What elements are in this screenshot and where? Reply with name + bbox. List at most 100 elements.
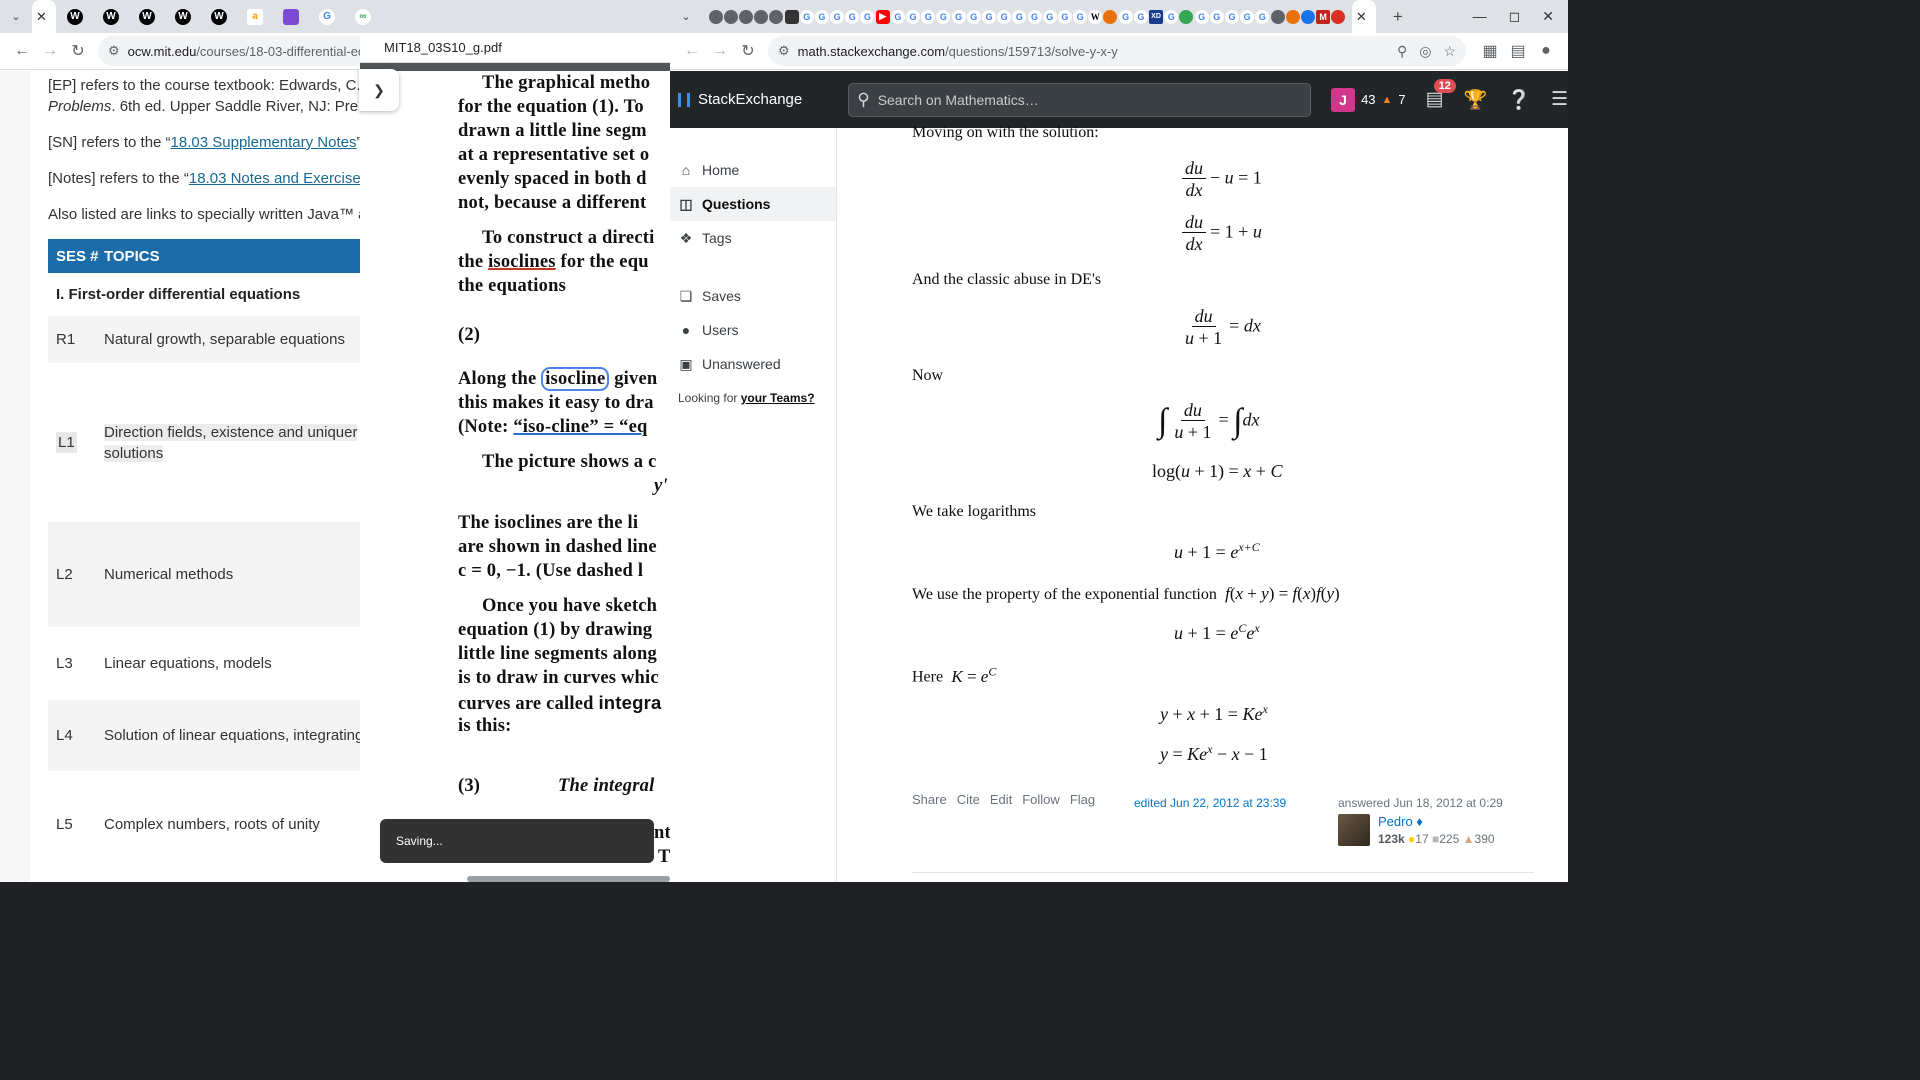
google-icon[interactable]: G: [319, 8, 335, 25]
google-icon[interactable]: G: [997, 9, 1012, 24]
active-tab[interactable]: ✕: [32, 0, 56, 33]
red-circle-icon[interactable]: [1331, 9, 1346, 24]
edit-link[interactable]: Edit: [990, 792, 1012, 807]
cite-link[interactable]: Cite: [957, 792, 980, 807]
link-icon[interactable]: ∞: [355, 8, 371, 25]
back-button[interactable]: ←: [678, 37, 706, 65]
google-icon[interactable]: G: [1224, 9, 1239, 24]
nav-home[interactable]: ⌂ Home: [670, 153, 836, 187]
google-icon[interactable]: G: [921, 9, 936, 24]
forward-button[interactable]: →: [36, 37, 64, 65]
wiki-icon[interactable]: W: [139, 8, 155, 25]
google-icon[interactable]: G: [1042, 9, 1057, 24]
globe-icon[interactable]: [754, 9, 769, 24]
google-icon[interactable]: G: [936, 9, 951, 24]
layers-icon[interactable]: [784, 9, 799, 24]
user-summary[interactable]: J 43 ▲ 7: [1331, 87, 1406, 112]
xd-icon[interactable]: XD: [1149, 9, 1164, 24]
amazon-icon[interactable]: a: [247, 8, 263, 25]
google-icon[interactable]: G: [799, 9, 814, 24]
avatar[interactable]: J: [1331, 87, 1356, 112]
google-icon[interactable]: G: [1057, 9, 1072, 24]
orange-circle-icon[interactable]: [1285, 9, 1300, 24]
google-icon[interactable]: G: [1164, 9, 1179, 24]
flag-link[interactable]: Flag: [1070, 792, 1095, 807]
google-icon[interactable]: G: [951, 9, 966, 24]
expand-sidebar-button[interactable]: ❯: [359, 69, 399, 111]
google-icon[interactable]: G: [1073, 9, 1088, 24]
forward-button[interactable]: →: [706, 37, 734, 65]
horizontal-scrollbar[interactable]: [467, 876, 670, 882]
back-button[interactable]: ←: [8, 37, 36, 65]
wiki-icon[interactable]: W: [103, 8, 119, 25]
m-icon[interactable]: M: [1316, 9, 1331, 24]
google-icon[interactable]: G: [890, 9, 905, 24]
url-field[interactable]: ⚙ math.stackexchange.com/questions/15971…: [768, 36, 1466, 66]
wikipedia-icon[interactable]: W: [1088, 9, 1103, 24]
wiki-icon[interactable]: W: [67, 8, 83, 25]
reading-mode-icon[interactable]: ▤: [1504, 37, 1532, 65]
edited-timestamp[interactable]: edited Jun 22, 2012 at 23:39: [1134, 796, 1286, 810]
nav-unanswered[interactable]: ▣ Unanswered: [670, 347, 836, 381]
user-name-link[interactable]: Pedro ♦: [1378, 814, 1495, 829]
google-icon[interactable]: G: [1027, 9, 1042, 24]
youtube-icon[interactable]: ▶: [875, 9, 890, 24]
globe-icon[interactable]: [723, 9, 738, 24]
google-icon[interactable]: G: [1194, 9, 1209, 24]
reload-button[interactable]: ↻: [64, 37, 92, 65]
site-switcher-icon[interactable]: ☰: [1551, 88, 1568, 111]
teams-link[interactable]: your Teams?: [741, 391, 815, 405]
bookmark-star-icon[interactable]: ☆: [1443, 43, 1456, 60]
follow-link[interactable]: Follow: [1022, 792, 1060, 807]
cube-icon[interactable]: [283, 8, 299, 25]
nav-tags[interactable]: ❖ Tags: [670, 221, 836, 255]
nav-users[interactable]: ● Users: [670, 313, 836, 347]
globe-icon[interactable]: [708, 9, 723, 24]
minimize-icon[interactable]: —: [1473, 8, 1487, 25]
google-icon[interactable]: G: [814, 9, 829, 24]
new-tab-icon[interactable]: +: [1388, 7, 1408, 27]
reload-button[interactable]: ↻: [734, 37, 762, 65]
stackexchange-logo[interactable]: Stack Exchange: [678, 91, 802, 108]
google-icon[interactable]: G: [860, 9, 875, 24]
google-icon[interactable]: G: [1118, 9, 1133, 24]
nav-saves[interactable]: ❏ Saves: [670, 279, 836, 313]
google-icon[interactable]: G: [1133, 9, 1148, 24]
avatar[interactable]: [1338, 814, 1370, 846]
google-icon[interactable]: G: [1255, 9, 1270, 24]
tab-search-icon[interactable]: ⌄: [6, 7, 26, 27]
supplementary-notes-link[interactable]: 18.03 Supplementary Notes: [171, 134, 357, 151]
eye-off-icon[interactable]: ◎: [1419, 43, 1431, 60]
map-pin-icon[interactable]: [1179, 9, 1194, 24]
close-icon[interactable]: ✕: [1356, 9, 1367, 25]
google-icon[interactable]: G: [906, 9, 921, 24]
google-icon[interactable]: G: [1209, 9, 1224, 24]
zoom-icon[interactable]: ⚲: [1397, 43, 1407, 60]
achievements-icon[interactable]: 🏆: [1464, 88, 1488, 112]
share-link[interactable]: Share: [912, 792, 947, 807]
site-info-icon[interactable]: ⚙: [778, 43, 790, 59]
globe-icon[interactable]: [738, 9, 753, 24]
inbox-icon[interactable]: ▤ 12: [1426, 79, 1456, 111]
search-input[interactable]: Search on Mathematics…: [878, 92, 1039, 108]
search-blue-icon[interactable]: [1300, 9, 1315, 24]
orange-circle-icon[interactable]: [1103, 9, 1118, 24]
google-icon[interactable]: G: [981, 9, 996, 24]
site-info-icon[interactable]: ⚙: [108, 43, 120, 59]
globe-icon[interactable]: [769, 9, 784, 24]
globe-icon[interactable]: [1270, 9, 1285, 24]
wiki-icon[interactable]: W: [211, 8, 227, 25]
nav-questions[interactable]: ◫ Questions: [670, 187, 836, 221]
close-icon[interactable]: ✕: [36, 9, 47, 25]
help-icon[interactable]: ❔: [1507, 88, 1531, 112]
wiki-icon[interactable]: W: [175, 8, 191, 25]
tab-search-icon[interactable]: ⌄: [676, 7, 696, 27]
google-icon[interactable]: G: [845, 9, 860, 24]
extensions-icon[interactable]: ▦: [1476, 37, 1504, 65]
google-icon[interactable]: G: [1240, 9, 1255, 24]
google-icon[interactable]: G: [830, 9, 845, 24]
active-tab[interactable]: ✕: [1351, 0, 1376, 33]
site-search[interactable]: ⚲ Search on Mathematics…: [848, 82, 1312, 117]
close-window-icon[interactable]: ✕: [1542, 8, 1554, 25]
maximize-icon[interactable]: ◻: [1509, 8, 1521, 25]
